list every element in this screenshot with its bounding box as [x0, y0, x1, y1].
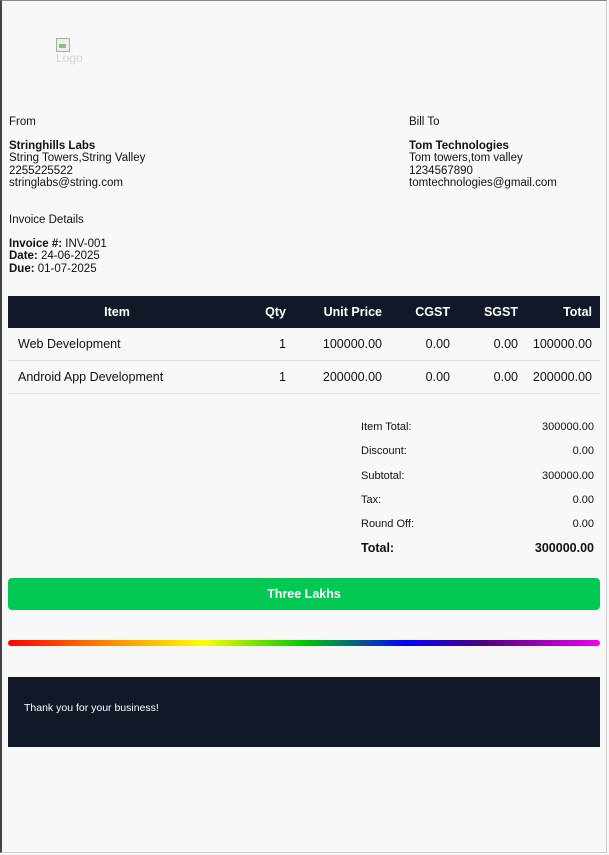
invoice-date-line: Date: 24-06-2025 [9, 250, 107, 263]
cell-total: 200000.00 [518, 360, 600, 394]
invoice-date-label: Date: [9, 250, 38, 262]
from-name: Stringhills Labs [9, 139, 96, 152]
footer: Thank you for your business! [8, 677, 600, 747]
cell-cgst: 0.00 [382, 360, 450, 394]
company-logo: Logo [56, 38, 96, 65]
broken-image-icon [56, 38, 70, 52]
invoice-number-line: Invoice #: INV-001 [9, 238, 107, 251]
header-qty: Qty [226, 296, 294, 328]
from-phone: 2255225522 [9, 164, 73, 177]
line-items-table: Item Qty Unit Price CGST SGST Total Web … [8, 296, 600, 394]
invoice-due-line: Due: 01-07-2025 [9, 263, 107, 276]
invoice-details: Invoice Details Invoice #: INV-001 Date:… [9, 214, 107, 275]
summary-row-discount: Discount: 0.00 [361, 441, 594, 465]
cell-unit-price: 100000.00 [294, 328, 382, 361]
invoice-due: 01-07-2025 [37, 262, 97, 275]
from-address: String Towers,String Valley [9, 152, 146, 164]
invoice-number-label: Invoice #: [9, 237, 63, 250]
from-heading: From [9, 116, 36, 128]
invoice-date: 24-06-2025 [40, 250, 100, 262]
item-total-value: 300000.00 [542, 421, 594, 433]
rainbow-divider [8, 640, 600, 646]
from-section: From Stringhills Labs String Towers,Stri… [9, 116, 145, 190]
header-item: Item [8, 296, 226, 328]
round-off-label: Round Off: [361, 518, 414, 531]
cell-item: Android App Development [8, 360, 226, 394]
footer-message: Thank you for your business! [24, 702, 159, 714]
summary-row-round-off: Round Off: 0.00 [361, 514, 594, 538]
cell-cgst: 0.00 [382, 328, 450, 361]
table-row: Android App Development 1 200000.00 0.00… [8, 360, 600, 394]
tax-value: 0.00 [572, 493, 594, 506]
summary-row-subtotal: Subtotal: 300000.00 [361, 466, 594, 490]
invoice-details-heading: Invoice Details [9, 214, 84, 226]
summary-row-total: Total: 300000.00 [361, 538, 594, 562]
cell-sgst: 0.00 [450, 360, 518, 394]
from-email: stringlabs@string.com [9, 177, 123, 189]
item-total-label: Item Total: [361, 421, 412, 433]
bill-to-address: Tom towers,tom valley [409, 152, 523, 164]
logo-alt-text: Logo [56, 51, 83, 65]
totals-summary: Item Total: 300000.00 Discount: 0.00 Sub… [361, 417, 594, 563]
table-row: Web Development 1 100000.00 0.00 0.00 10… [8, 328, 600, 361]
bill-to-name: Tom Technologies [409, 139, 509, 152]
bill-to-heading: Bill To [409, 116, 440, 128]
subtotal-value: 300000.00 [542, 469, 594, 482]
discount-value: 0.00 [572, 445, 594, 458]
header-unit-price: Unit Price [294, 296, 382, 328]
grand-total-label: Total: [361, 541, 395, 556]
bill-to-email: tomtechnologies@gmail.com [409, 177, 557, 189]
amount-in-words-banner: Three Lakhs [8, 578, 600, 610]
summary-row-item-total: Item Total: 300000.00 [361, 417, 594, 441]
cell-sgst: 0.00 [450, 328, 518, 361]
cell-qty: 1 [226, 328, 294, 361]
invoice-due-label: Due: [9, 262, 35, 275]
round-off-value: 0.00 [572, 518, 594, 531]
cell-item: Web Development [8, 328, 226, 361]
cell-unit-price: 200000.00 [294, 360, 382, 394]
discount-label: Discount: [361, 445, 407, 458]
cell-qty: 1 [226, 360, 294, 394]
invoice-number: INV-001 [65, 237, 107, 250]
header-total: Total [518, 296, 600, 328]
cell-total: 100000.00 [518, 328, 600, 361]
grand-total-value: 300000.00 [534, 541, 594, 556]
tax-label: Tax: [361, 493, 382, 506]
summary-row-tax: Tax: 0.00 [361, 490, 594, 514]
bill-to-section: Bill To Tom Technologies Tom towers,tom … [409, 116, 557, 190]
subtotal-label: Subtotal: [361, 469, 405, 482]
header-sgst: SGST [450, 296, 518, 328]
header-cgst: CGST [382, 296, 450, 328]
table-header-row: Item Qty Unit Price CGST SGST Total [8, 296, 600, 328]
bill-to-phone: 1234567890 [409, 164, 473, 177]
